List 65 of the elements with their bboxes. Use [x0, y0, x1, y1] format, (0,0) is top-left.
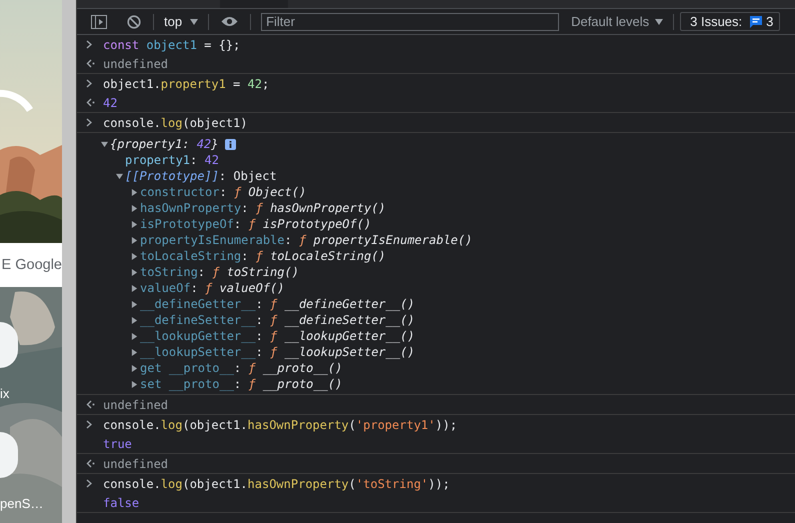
- chevron-icon: [86, 79, 92, 88]
- expand-triangle-icon[interactable]: [131, 332, 138, 340]
- expand-triangle-icon[interactable]: [131, 220, 138, 228]
- levels-dropdown[interactable]: Default levels: [567, 14, 668, 29]
- tree-entry: set __proto__: ƒ __proto__(): [140, 377, 342, 391]
- filter-field[interactable]: Filter: [261, 12, 560, 30]
- expand-triangle-icon[interactable]: [131, 268, 138, 276]
- tree-entry: get __proto__: ƒ __proto__(): [140, 361, 342, 375]
- issues-button[interactable]: 3 Issues: 3: [680, 12, 780, 31]
- chevron-icon: [86, 118, 92, 127]
- return-arrow-icon: [86, 400, 95, 409]
- code-line: const object1 = {};: [103, 38, 240, 52]
- tree-entry: __lookupSetter__: ƒ __lookupSetter__(): [140, 345, 415, 359]
- tree-entry: __defineGetter__: ƒ __defineGetter__(): [140, 297, 415, 311]
- eye-icon[interactable]: [221, 16, 238, 27]
- info-icon[interactable]: [225, 138, 236, 150]
- expand-triangle-icon[interactable]: [131, 204, 138, 212]
- result-text: undefined: [103, 456, 168, 470]
- expand-triangle-icon[interactable]: [131, 252, 138, 260]
- return-arrow-icon: [86, 459, 95, 468]
- expand-triangle-icon[interactable]: [131, 380, 138, 388]
- chevron-icon: [86, 420, 92, 429]
- log-text: true: [103, 436, 132, 450]
- tree-entry: constructor: ƒ Object(): [140, 185, 306, 199]
- tree-entry: propertyIsEnumerable: ƒ propertyIsEnumerable(): [140, 233, 472, 247]
- expand-triangle-icon[interactable]: [131, 236, 138, 244]
- tree-entry: {property1: 42}: [110, 137, 218, 151]
- message-icon: [750, 16, 762, 28]
- tree-entry: toLocaleString: ƒ toLocaleString(): [140, 249, 386, 263]
- sidebar-toggle-icon[interactable]: [91, 14, 107, 28]
- tree-entry: toString: ƒ toString(): [140, 265, 299, 279]
- result-text: 42: [103, 96, 118, 110]
- search-label[interactable]: E Google: [2, 257, 62, 273]
- chevron-icon: [86, 40, 92, 49]
- shortcut-label[interactable]: ix: [0, 386, 10, 401]
- expand-triangle-icon[interactable]: [131, 316, 138, 324]
- code-line: console.log(object1.hasOwnProperty('toString'));: [103, 476, 450, 490]
- tree-entry: [[Prototype]]: Object: [125, 169, 277, 183]
- caret-icon: [190, 18, 198, 24]
- tree-entry: __lookupGetter__: ƒ __lookupGetter__(): [140, 329, 415, 343]
- code-line: console.log(object1.hasOwnProperty('property1'));: [103, 418, 458, 432]
- tree-entry: __defineSetter__: ƒ __defineSetter__(): [140, 313, 415, 327]
- clear-icon[interactable]: [127, 14, 141, 28]
- caret-icon: [655, 18, 664, 24]
- code-line: object1.property1 = 42;: [103, 76, 270, 90]
- log-text: false: [103, 496, 140, 510]
- expand-triangle-icon[interactable]: [131, 364, 138, 372]
- chevron-icon: [86, 479, 92, 488]
- expand-triangle-icon[interactable]: [131, 348, 138, 356]
- expand-triangle-icon[interactable]: [131, 188, 138, 196]
- resize-handle[interactable]: [62, 0, 77, 523]
- code-line: console.log(object1): [103, 116, 248, 130]
- collapse-triangle-icon[interactable]: [116, 172, 123, 180]
- context-dropdown[interactable]: top: [160, 14, 202, 29]
- expand-triangle-icon[interactable]: [131, 284, 138, 292]
- collapse-triangle-icon[interactable]: [101, 140, 108, 148]
- tree-entry: valueOf: ƒ valueOf(): [140, 281, 285, 295]
- return-arrow-icon: [86, 59, 95, 68]
- tree-entry: property1: 42: [125, 153, 219, 167]
- tree-entry: isPrototypeOf: ƒ isPrototypeOf(): [140, 217, 372, 231]
- return-arrow-icon: [86, 98, 95, 107]
- result-text: undefined: [103, 398, 168, 412]
- tree-entry: hasOwnProperty: ƒ hasOwnProperty(): [140, 201, 386, 215]
- result-text: undefined: [103, 56, 168, 70]
- expand-triangle-icon[interactable]: [131, 300, 138, 308]
